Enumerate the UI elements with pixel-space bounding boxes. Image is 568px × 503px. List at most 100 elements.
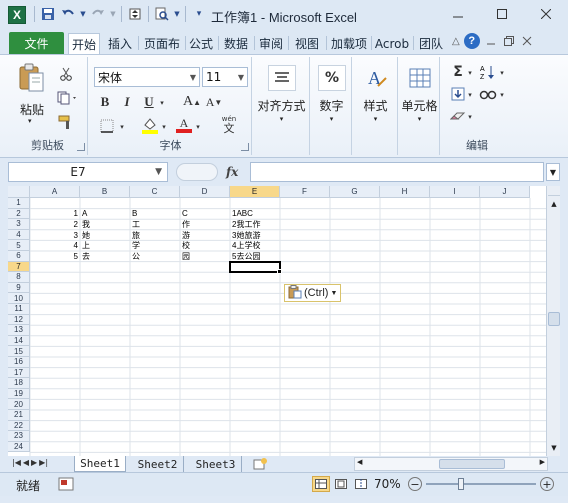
row-header-13[interactable]: 13	[8, 325, 30, 336]
row-header-9[interactable]: 9	[8, 282, 30, 294]
autosum-icon[interactable]: Σ	[448, 63, 468, 81]
scroll-thumb[interactable]	[548, 312, 560, 326]
close-icon[interactable]	[524, 0, 568, 28]
sheet-tab-3[interactable]: Sheet3	[190, 456, 242, 472]
cell-d5[interactable]: 校	[182, 240, 228, 251]
copy-icon[interactable]	[54, 89, 82, 107]
tab-data[interactable]: 数据	[220, 33, 252, 54]
cell-b5[interactable]: 上	[82, 240, 128, 251]
first-sheet-icon[interactable]: |◀	[12, 458, 21, 467]
styles-dropdown-icon[interactable]: ▾	[354, 115, 397, 123]
cell-d2[interactable]: C	[182, 209, 228, 220]
group-styles[interactable]: A 样式 ▾	[354, 57, 398, 155]
worksheet[interactable]: A B C D E F G H I J 1 2 3 4 5 6 7 8 9 10 11 12 13 14 15 16 17 18 19 2…	[8, 186, 546, 456]
last-sheet-icon[interactable]: ▶|	[39, 458, 48, 467]
scroll-left-icon[interactable]: ◀	[357, 458, 362, 466]
row-header-12[interactable]: 12	[8, 314, 30, 326]
page-layout-view-icon[interactable]	[332, 476, 350, 492]
macro-record-icon[interactable]	[58, 477, 74, 491]
zoom-slider-thumb[interactable]	[458, 478, 464, 490]
cell-d3[interactable]: 作	[182, 219, 228, 230]
sheet-tab-1[interactable]: Sheet1	[74, 456, 126, 472]
row-header-3[interactable]: 3	[8, 219, 30, 230]
cell-c3[interactable]: 工	[132, 219, 178, 230]
cell-b4[interactable]: 她	[82, 230, 128, 241]
formula-input[interactable]	[250, 162, 544, 182]
tab-view[interactable]: 视图	[290, 33, 324, 54]
zoom-out-icon[interactable]: −	[408, 477, 422, 491]
font-size-combo[interactable]: 11 ▼	[202, 67, 248, 87]
name-box[interactable]: E7 ▼	[8, 162, 168, 182]
row-header-22[interactable]: 22	[8, 420, 30, 432]
scroll-down-icon[interactable]: ▼	[548, 442, 560, 454]
fill-handle[interactable]	[277, 269, 282, 275]
cell-b6[interactable]: 去	[82, 251, 128, 262]
paste-dropdown-icon[interactable]: ▾	[28, 117, 32, 125]
underline-button[interactable]: U	[140, 93, 158, 111]
horizontal-scrollbar[interactable]: ◀ ▶	[354, 457, 548, 471]
doc-minimize-icon[interactable]	[484, 36, 498, 46]
tab-team[interactable]: 团队	[415, 33, 447, 54]
cell-c6[interactable]: 公	[132, 251, 178, 262]
zoom-level[interactable]: 70%	[374, 477, 401, 491]
percent-icon[interactable]: %	[318, 65, 346, 91]
find-select-icon[interactable]	[478, 85, 498, 103]
tab-home[interactable]: 开始	[68, 33, 100, 54]
cell-d4[interactable]: 游	[182, 230, 228, 241]
row-header-4[interactable]: 4	[8, 229, 30, 241]
cell-a5[interactable]: 4	[32, 240, 78, 251]
row-header-11[interactable]: 11	[8, 304, 30, 315]
cell-e3[interactable]: 2我工作	[232, 219, 278, 230]
group-cells[interactable]: 单元格 ▾	[400, 57, 440, 155]
tab-insert[interactable]: 插入	[103, 33, 137, 54]
tab-acrobat[interactable]: Acrob	[373, 33, 411, 54]
autosum-dropdown-icon[interactable]: ▾	[466, 67, 474, 79]
row-header-17[interactable]: 17	[8, 367, 30, 379]
scroll-up-icon[interactable]: ▲	[548, 198, 560, 210]
clear-dropdown-icon[interactable]: ▾	[466, 111, 474, 123]
row-header-24[interactable]: 24	[8, 441, 30, 453]
bold-button[interactable]: B	[96, 93, 114, 111]
next-sheet-icon[interactable]: ▶	[31, 458, 37, 467]
chevron-down-icon[interactable]: ▼	[155, 167, 162, 177]
shrink-font-button[interactable]: A ▼	[204, 93, 224, 111]
vertical-scrollbar[interactable]: ▲ ▼	[546, 186, 560, 456]
font-color-icon[interactable]: A	[174, 115, 194, 135]
minimize-ribbon-icon[interactable]: △	[452, 36, 460, 47]
borders-icon[interactable]	[96, 117, 118, 135]
row-header-19[interactable]: 19	[8, 388, 30, 400]
cell-b2[interactable]: A	[82, 209, 128, 220]
cell-e5[interactable]: 4上学校	[232, 240, 278, 251]
insert-function-icon[interactable]: fx	[226, 165, 246, 181]
find-select-dropdown-icon[interactable]: ▾	[498, 89, 506, 101]
chevron-down-icon[interactable]: ▼	[190, 73, 196, 82]
paste-button-label[interactable]: 粘贴	[16, 101, 48, 118]
font-color-dropdown-icon[interactable]: ▾	[194, 121, 202, 133]
grow-font-button[interactable]: A ▲	[182, 93, 202, 111]
cut-icon[interactable]	[56, 65, 76, 83]
fill-dropdown-icon[interactable]: ▾	[466, 89, 474, 101]
normal-view-icon[interactable]	[312, 476, 330, 492]
clipboard-dialog-launcher[interactable]	[77, 143, 85, 151]
cell-a6[interactable]: 5	[32, 251, 78, 262]
sort-filter-dropdown-icon[interactable]: ▾	[498, 67, 506, 79]
expand-formula-bar-icon[interactable]: ▼	[546, 163, 560, 181]
row-header-16[interactable]: 16	[8, 357, 30, 368]
italic-button[interactable]: I	[118, 93, 136, 111]
sort-filter-icon[interactable]: AZ	[478, 63, 498, 81]
group-number[interactable]: % 数字 ▾	[312, 57, 352, 155]
active-cell-e7[interactable]	[229, 260, 281, 274]
row-header-21[interactable]: 21	[8, 410, 30, 421]
row-header-18[interactable]: 18	[8, 378, 30, 389]
zoom-slider[interactable]	[426, 483, 536, 485]
insert-sheet-icon[interactable]	[248, 457, 272, 471]
row-header-6[interactable]: 6	[8, 251, 30, 262]
font-name-combo[interactable]: 宋体 ▼	[94, 67, 200, 87]
cell-a2[interactable]: 1	[32, 209, 78, 220]
format-painter-icon[interactable]	[56, 113, 76, 131]
split-box[interactable]	[548, 186, 560, 196]
prev-sheet-icon[interactable]: ◀	[23, 458, 29, 467]
tab-formulas[interactable]: 公式	[186, 33, 216, 54]
cell-a4[interactable]: 3	[32, 230, 78, 241]
chevron-down-icon[interactable]: ▼	[330, 290, 337, 297]
